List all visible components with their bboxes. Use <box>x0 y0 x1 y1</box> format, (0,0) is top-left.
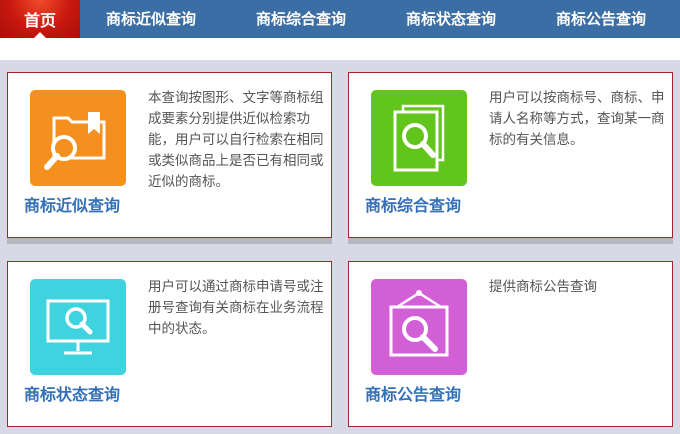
card-description: 提供商标公告查询 <box>489 279 597 295</box>
card-description: 用户可以按商标号、商标、申请人名称等方式，查询某一商标的有关信息。 <box>489 90 665 148</box>
card-title[interactable]: 商标综合查询 <box>365 192 485 216</box>
card-shadow <box>348 238 673 244</box>
nav-home-tab[interactable]: 首页 <box>0 0 80 38</box>
card-shadow <box>7 238 332 244</box>
card-title[interactable]: 商标公告查询 <box>365 381 485 405</box>
monitor-search-icon[interactable] <box>30 279 126 375</box>
content-area: 商标近似查询 本查询按图形、文字等商标组成要素分别提供近似检索功能，用户可以自行… <box>0 60 680 434</box>
card-description: 本查询按图形、文字等商标组成要素分别提供近似检索功能，用户可以自行检索在相同或类… <box>148 90 324 190</box>
document-search-icon[interactable] <box>371 90 467 186</box>
nav-announcement-search[interactable]: 商标公告查询 <box>556 0 646 38</box>
card-title[interactable]: 商标近似查询 <box>24 192 144 216</box>
card-comprehensive-search[interactable]: 商标综合查询 用户可以按商标号、商标、申请人名称等方式，查询某一商标的有关信息。 <box>348 72 673 238</box>
top-nav: 首页 商标近似查询 商标综合查询 商标状态查询 商标公告查询 <box>0 0 680 38</box>
card-title[interactable]: 商标状态查询 <box>24 381 144 405</box>
frame-search-icon[interactable] <box>371 279 467 375</box>
card-announcement-search[interactable]: 商标公告查询 提供商标公告查询 <box>348 261 673 427</box>
nav-status-search[interactable]: 商标状态查询 <box>406 0 496 38</box>
card-similar-search[interactable]: 商标近似查询 本查询按图形、文字等商标组成要素分别提供近似检索功能，用户可以自行… <box>7 72 332 238</box>
folder-search-icon[interactable] <box>30 90 126 186</box>
nav-similar-search[interactable]: 商标近似查询 <box>106 0 196 38</box>
card-description: 用户可以通过商标申请号或注册号查询有关商标在业务流程中的状态。 <box>148 279 324 337</box>
nav-comprehensive-search[interactable]: 商标综合查询 <box>256 0 346 38</box>
card-status-search[interactable]: 商标状态查询 用户可以通过商标申请号或注册号查询有关商标在业务流程中的状态。 <box>7 261 332 427</box>
